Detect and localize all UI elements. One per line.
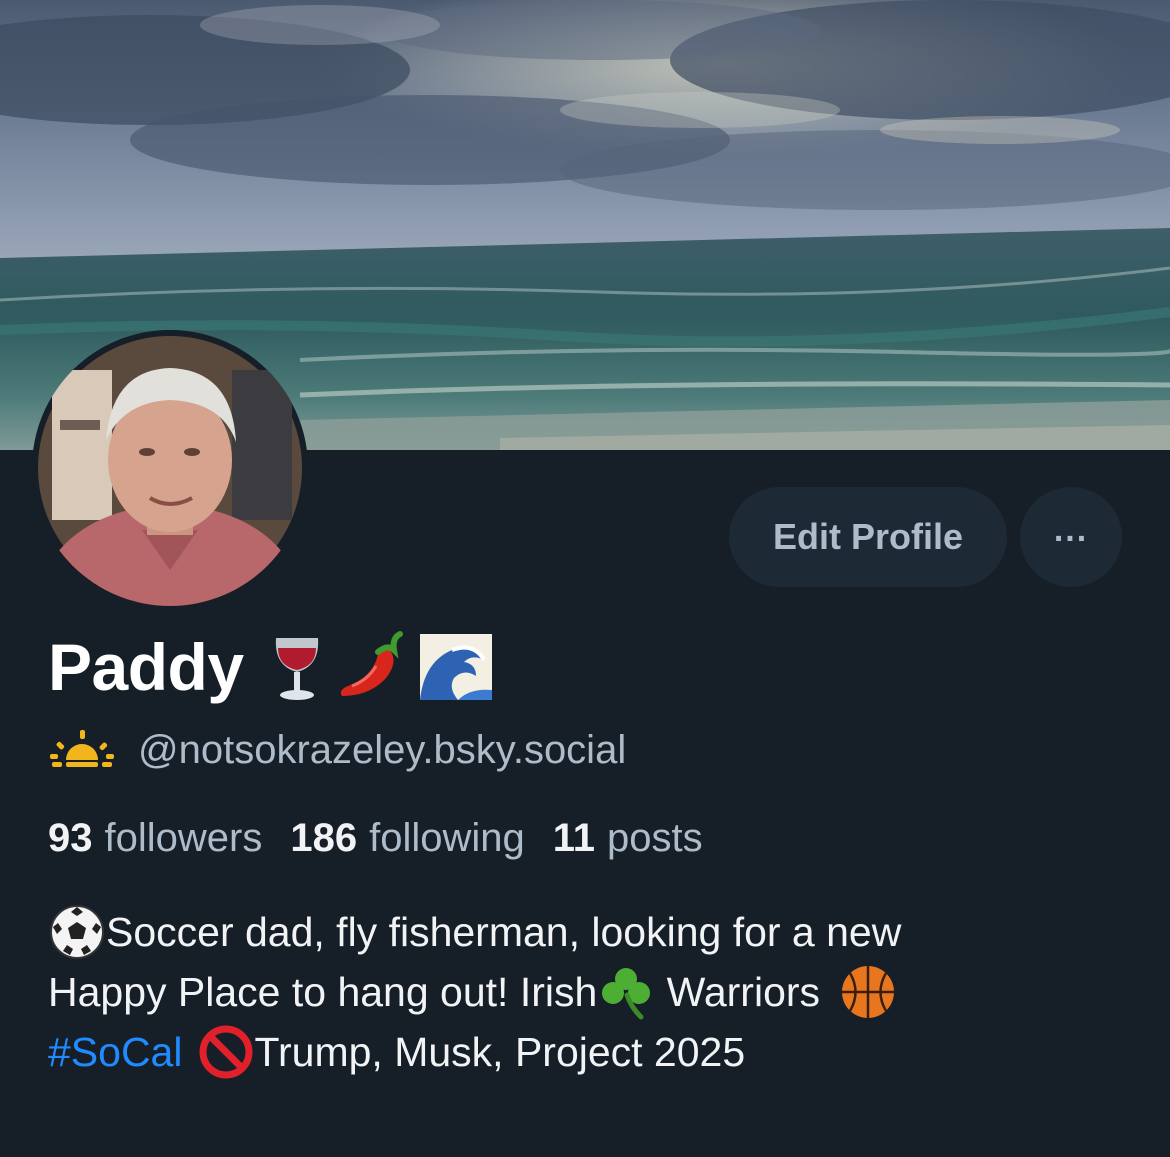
followers-count: 93	[48, 815, 93, 860]
profile-stats: 93 followers 186 following 11 posts	[48, 810, 731, 866]
following-label: following	[369, 815, 525, 860]
basketball-icon	[842, 966, 895, 1018]
profile-bio: Soccer dad, fly fisherman, looking for a…	[48, 902, 1128, 1082]
avatar-photo	[32, 330, 308, 606]
more-dots-icon: ...	[1053, 511, 1089, 549]
soccer-ball-icon	[50, 905, 104, 959]
profile-avatar[interactable]	[32, 330, 308, 606]
bio-line-1: Soccer dad, fly fisherman, looking for a…	[48, 902, 1128, 962]
sunrise-icon	[50, 730, 114, 767]
bio-text-line-3: Trump, Musk, Project 2025	[254, 1029, 746, 1075]
posts-stat: 11 posts	[553, 816, 703, 861]
bio-text-line-1: Soccer dad, fly fisherman, looking for a…	[106, 909, 902, 955]
posts-count: 11	[552, 815, 596, 860]
bio-line-2: Happy Place to hang out! Irish Warriors	[48, 962, 1128, 1022]
bio-text-line-2b: Warriors	[655, 969, 832, 1015]
hashtag-link[interactable]: #SoCal	[48, 1022, 182, 1082]
more-options-button[interactable]: ...	[1020, 487, 1122, 587]
display-name: Paddy	[48, 630, 244, 704]
wine-glass-emoji-icon	[275, 638, 318, 700]
handle-row: @notsokrazeley.bsky.social	[50, 722, 626, 778]
bio-line-3: #SoCal Trump, Musk, Project 2025	[48, 1022, 1128, 1082]
prohibited-icon	[199, 1025, 253, 1079]
edit-profile-button[interactable]: Edit Profile	[729, 487, 1007, 587]
followers-stat[interactable]: 93 followers	[48, 816, 262, 861]
posts-label: posts	[607, 815, 703, 860]
followers-label: followers	[104, 815, 263, 860]
hot-pepper-emoji-icon	[340, 631, 403, 696]
wave-emoji-icon	[419, 634, 492, 700]
following-count: 186	[290, 815, 358, 860]
name-emoji-group	[270, 630, 494, 704]
profile-handle: @notsokrazeley.bsky.social	[138, 727, 627, 772]
shamrock-icon	[602, 968, 651, 1020]
following-stat[interactable]: 186 following	[290, 816, 524, 861]
display-name-row: Paddy	[48, 622, 494, 712]
bio-text-line-2a: Happy Place to hang out! Irish	[48, 969, 598, 1015]
profile-page: Edit Profile ... Paddy @notsokrazeley.bs…	[0, 0, 1170, 1157]
